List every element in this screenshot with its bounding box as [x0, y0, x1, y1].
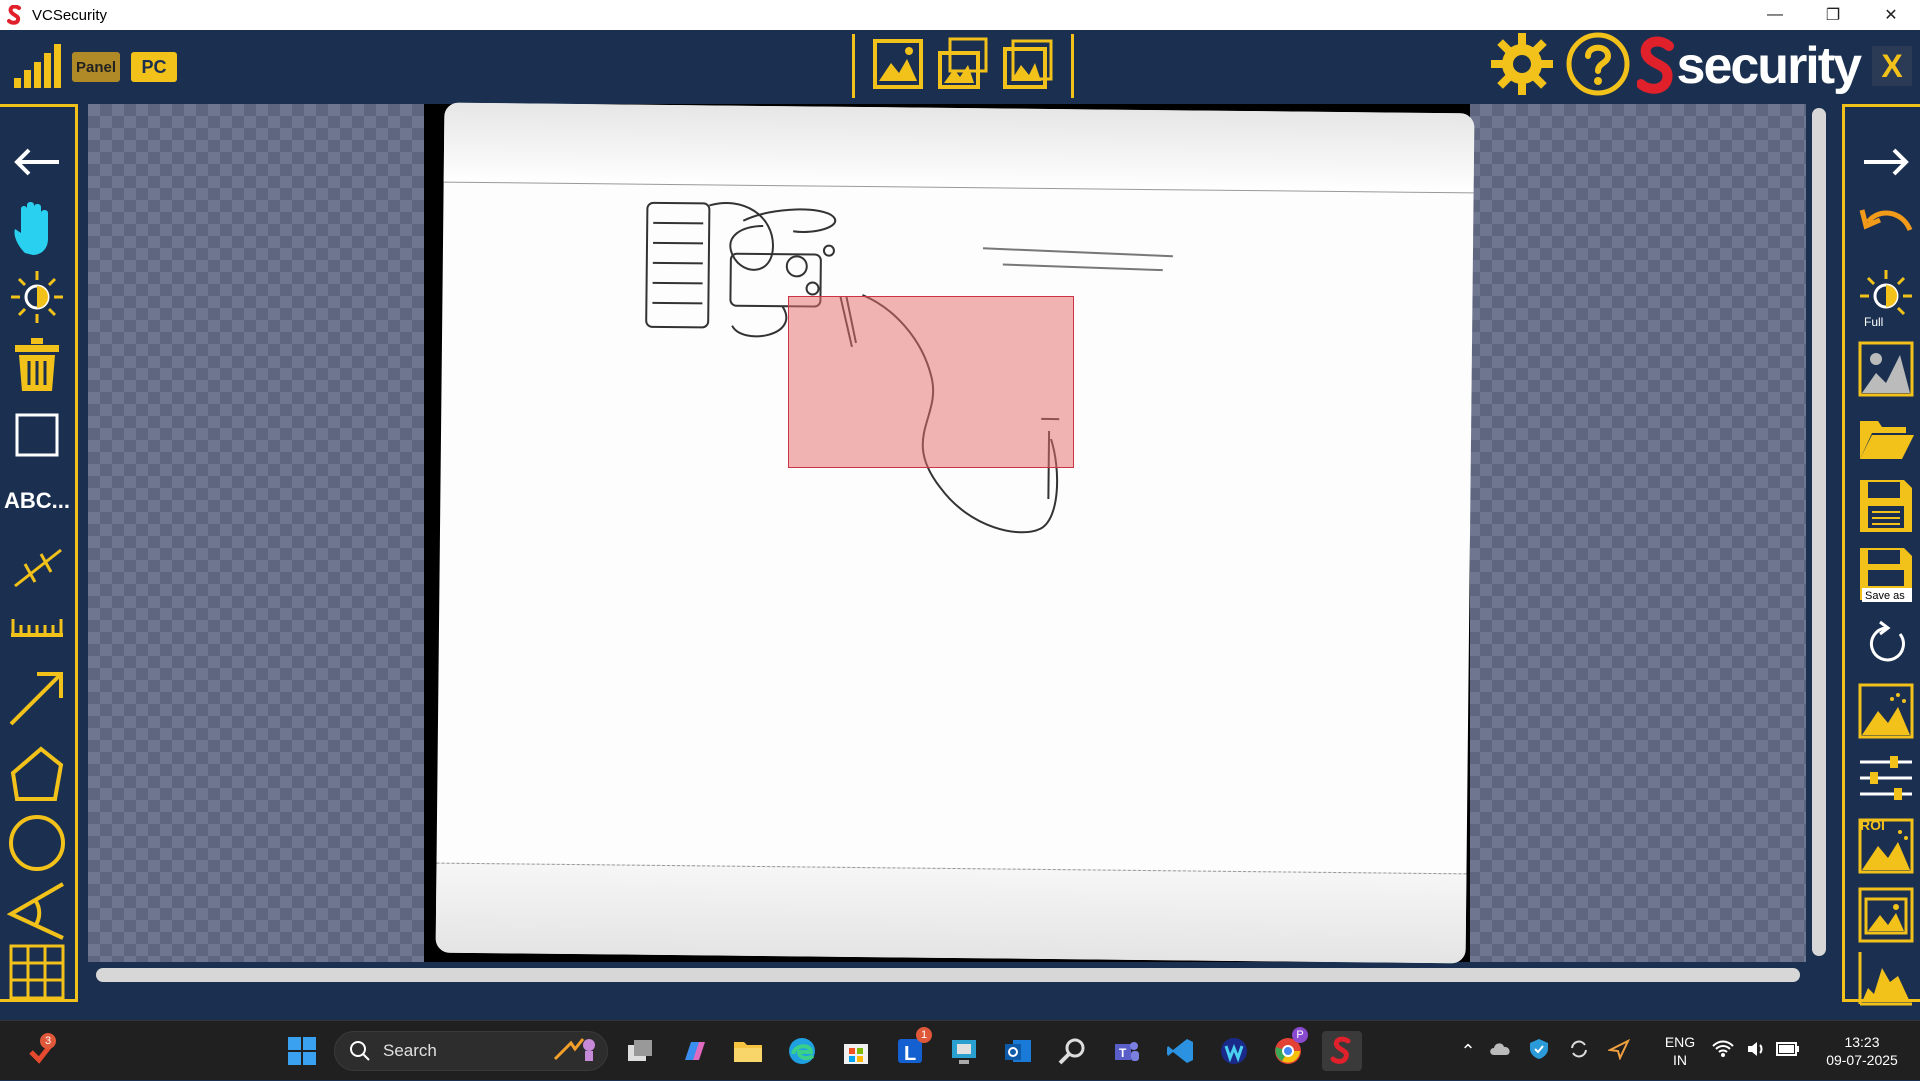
magnifier-icon[interactable]: [1052, 1031, 1092, 1071]
search-placeholder: Search: [383, 1041, 437, 1061]
settings-gear-icon[interactable]: [1489, 31, 1555, 102]
forward-arrow-icon[interactable]: [1849, 137, 1920, 187]
lens-app-icon[interactable]: L 1: [890, 1031, 930, 1071]
xray-content: [436, 103, 1475, 964]
svg-text:L: L: [904, 1043, 916, 1065]
system-tray: ⌃ ENG IN 13:23 09-07-2025: [1448, 1021, 1920, 1081]
xray-bottom-band: [436, 863, 1467, 964]
minimize-button[interactable]: —: [1746, 0, 1804, 30]
save-as-icon[interactable]: Save as: [1849, 541, 1920, 607]
right-toolbar: Full Save as ROI: [1842, 104, 1920, 1002]
copilot-icon[interactable]: [674, 1031, 714, 1071]
panel-button[interactable]: Panel: [72, 52, 120, 82]
trash-icon[interactable]: [0, 333, 74, 397]
compare-image-icon[interactable]: [1001, 37, 1055, 96]
language-indicator[interactable]: ENG IN: [1648, 1033, 1712, 1069]
adjust-sliders-icon[interactable]: [1849, 749, 1920, 807]
svg-text:T: T: [1119, 1046, 1127, 1060]
text-tool-label: ABC...: [4, 488, 70, 514]
brand-text: security: [1677, 36, 1860, 96]
chrome-profile-badge: P: [1292, 1027, 1308, 1043]
app-logo-icon: [4, 4, 26, 26]
horizontal-scrollbar[interactable]: [96, 968, 1800, 982]
line-tool-icon[interactable]: [0, 539, 74, 593]
file-explorer-icon[interactable]: [728, 1031, 768, 1071]
signal-strength-icon: [14, 44, 64, 88]
single-image-icon[interactable]: [871, 37, 925, 96]
clock-date: 09-07-2025: [1812, 1051, 1912, 1069]
window-title: VCSecurity: [32, 7, 107, 24]
arrow-tool-icon[interactable]: [0, 663, 74, 733]
brand-logo: security: [1637, 36, 1860, 96]
enhance-image-icon[interactable]: [1849, 679, 1920, 743]
text-tool-icon[interactable]: ABC...: [0, 475, 74, 527]
rectangle-tool-icon[interactable]: [0, 407, 74, 463]
back-arrow-icon[interactable]: [0, 137, 74, 187]
roi-enhance-icon[interactable]: ROI: [1849, 813, 1920, 879]
left-toolbar: ABC...: [0, 104, 78, 1002]
angle-tool-icon[interactable]: [0, 877, 74, 943]
roi-selection[interactable]: [788, 296, 1074, 468]
start-windows-icon[interactable]: [282, 1031, 322, 1071]
app-close-button[interactable]: X: [1872, 46, 1912, 86]
clock-time: 13:23: [1812, 1033, 1912, 1051]
teams-icon[interactable]: T: [1106, 1031, 1146, 1071]
clock[interactable]: 13:23 09-07-2025: [1812, 1033, 1912, 1069]
open-folder-icon[interactable]: [1849, 409, 1920, 465]
image-histogram-icon[interactable]: [1849, 337, 1920, 401]
circle-tool-icon[interactable]: [0, 811, 74, 875]
window-titlebar: VCSecurity — ❐ ✕: [0, 0, 1920, 30]
brightness-icon[interactable]: [0, 271, 74, 323]
language-region: IN: [1648, 1051, 1712, 1069]
undo-icon[interactable]: [1849, 197, 1920, 251]
battery-icon[interactable]: [1776, 1041, 1812, 1062]
notification-count-badge: 3: [40, 1033, 56, 1049]
brand-s-icon: [1637, 36, 1677, 96]
save-as-label: Save as: [1865, 590, 1905, 602]
lens-badge: 1: [916, 1027, 932, 1043]
ruler-tool-icon[interactable]: [0, 603, 74, 651]
language-code: ENG: [1648, 1033, 1712, 1051]
search-highlight-icon: [553, 1035, 597, 1068]
volume-icon[interactable]: [1746, 1040, 1776, 1063]
brightness-full-label: Full: [1864, 315, 1883, 328]
hand-pan-icon[interactable]: [0, 197, 74, 261]
remote-app-icon[interactable]: [944, 1031, 984, 1071]
top-toolbar: Panel PC security X: [0, 30, 1920, 102]
xray-image[interactable]: [436, 103, 1475, 964]
histogram-icon[interactable]: [1849, 953, 1920, 1003]
close-window-button[interactable]: ✕: [1862, 0, 1920, 30]
onedrive-icon[interactable]: [1488, 1039, 1528, 1064]
brightness-full-icon[interactable]: Full: [1849, 267, 1920, 329]
image-frame-icon[interactable]: [1849, 883, 1920, 947]
vcsecurity-taskbar-icon[interactable]: [1322, 1031, 1362, 1071]
windows-taskbar: 3 Search L 1 T: [0, 1020, 1920, 1080]
taskbar-search-box[interactable]: Search: [334, 1031, 608, 1071]
search-icon: [349, 1040, 371, 1062]
polygon-tool-icon[interactable]: [0, 743, 74, 807]
grid-tool-icon[interactable]: [0, 943, 74, 1001]
vscode-icon[interactable]: [1160, 1031, 1200, 1071]
webex-icon[interactable]: [1214, 1031, 1254, 1071]
chevron-up-icon[interactable]: ⌃: [1448, 1041, 1488, 1062]
vertical-scrollbar[interactable]: [1812, 108, 1826, 956]
task-view-icon[interactable]: [620, 1031, 660, 1071]
notification-app-icon[interactable]: 3: [22, 1031, 62, 1071]
help-question-icon[interactable]: [1565, 31, 1631, 102]
edge-browser-icon[interactable]: [782, 1031, 822, 1071]
location-arrow-icon[interactable]: [1608, 1038, 1648, 1065]
image-mode-group: [852, 34, 1074, 98]
chrome-icon[interactable]: P: [1268, 1031, 1308, 1071]
sync-icon[interactable]: [1568, 1038, 1608, 1065]
outlook-icon[interactable]: [998, 1031, 1038, 1071]
restore-button[interactable]: ❐: [1804, 0, 1862, 30]
security-shield-icon[interactable]: [1528, 1038, 1568, 1065]
dual-image-icon[interactable]: [936, 37, 990, 96]
save-icon[interactable]: [1849, 475, 1920, 537]
wifi-icon[interactable]: [1712, 1040, 1746, 1063]
microsoft-store-icon[interactable]: [836, 1031, 876, 1071]
pc-button[interactable]: PC: [131, 52, 177, 82]
reset-icon[interactable]: [1849, 619, 1920, 669]
